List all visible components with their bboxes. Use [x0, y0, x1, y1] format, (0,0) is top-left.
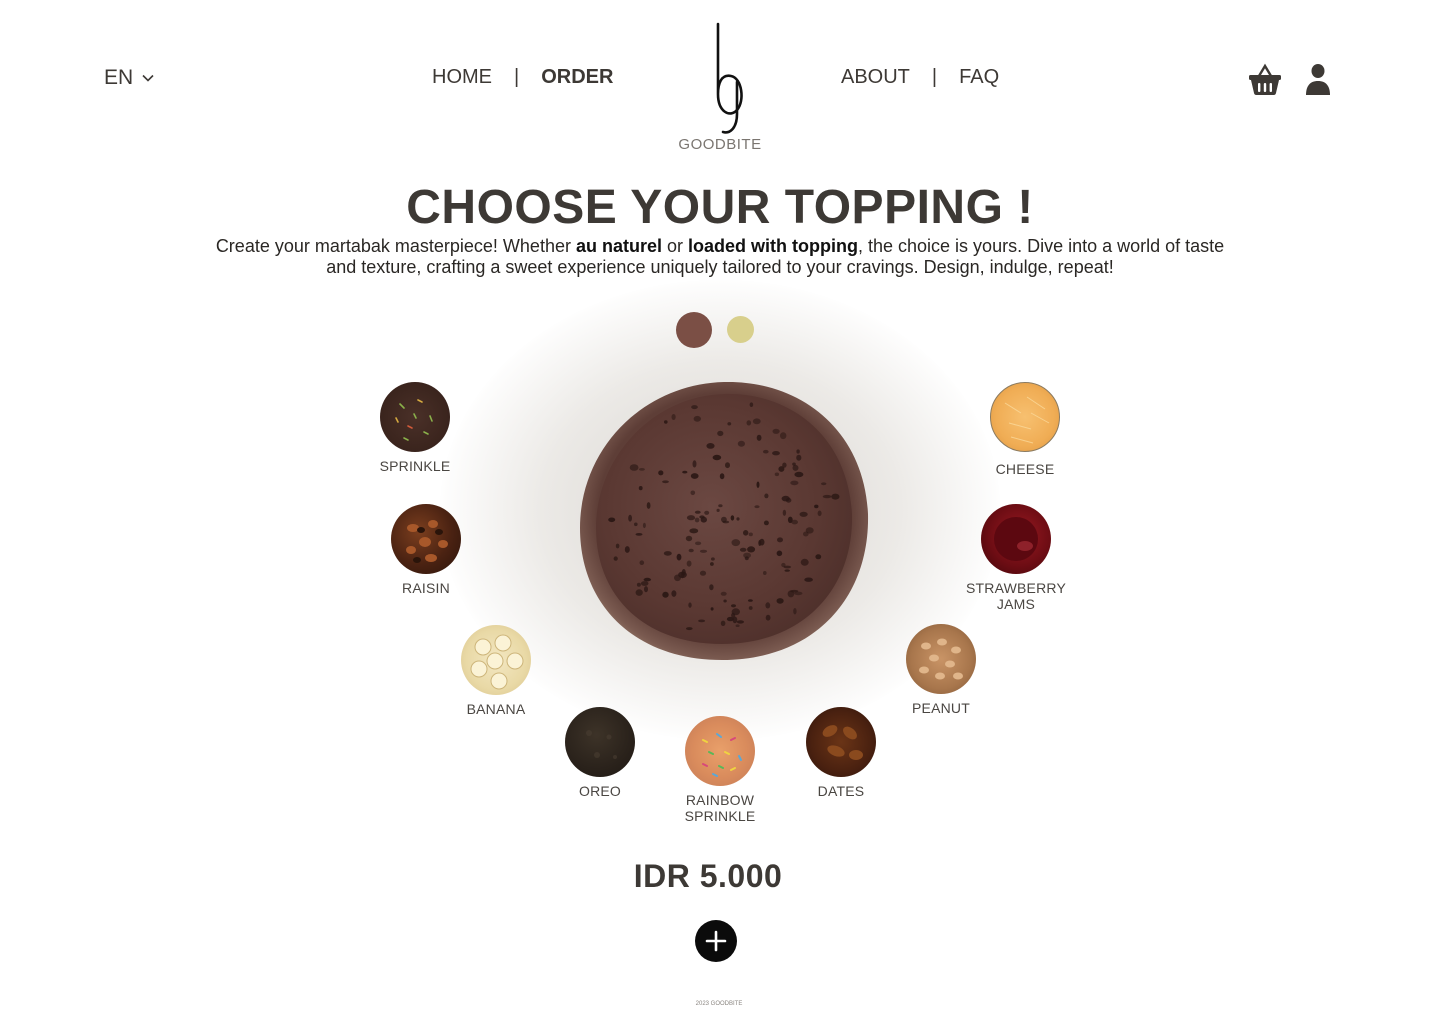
- nav-faq-link[interactable]: FAQ: [959, 66, 999, 89]
- topping-rainbow-sprinkle[interactable]: RAINBOW SPRINKLE: [660, 716, 780, 824]
- subtitle-text: or: [662, 236, 689, 256]
- logo[interactable]: GOODBITE: [670, 22, 770, 153]
- language-label: EN: [104, 66, 134, 89]
- topping-label: CHEESE: [995, 461, 1055, 477]
- nav-order-link[interactable]: ORDER: [541, 66, 613, 89]
- topping-dates[interactable]: DATES: [781, 707, 901, 799]
- strawberry-jams-image: [981, 504, 1051, 574]
- subtitle-text: Create your martabak masterpiece! Whethe…: [215, 236, 576, 256]
- nav-right: ABOUT | FAQ: [841, 66, 999, 89]
- peanut-image: [906, 624, 976, 694]
- topping-label: BANANA: [466, 701, 526, 717]
- topping-label: STRAWBERRY JAMS: [965, 580, 1066, 612]
- nav-separator: |: [931, 66, 938, 88]
- topping-label: PEANUT: [912, 700, 970, 716]
- subtitle-emphasis: au naturel: [575, 236, 662, 256]
- topping-oreo[interactable]: OREO: [540, 707, 660, 799]
- page-title: CHOOSE YOUR TOPPING !: [406, 181, 1034, 234]
- user-icon[interactable]: [1304, 62, 1332, 96]
- banana-image: [461, 625, 531, 695]
- cheese-image: [990, 382, 1060, 452]
- topping-label: DATES: [817, 783, 865, 799]
- rainbow-sprinkle-image: [685, 716, 755, 786]
- language-selector[interactable]: EN: [104, 66, 155, 90]
- topping-raisin[interactable]: RAISIN: [366, 504, 486, 596]
- martabak-preview: [578, 378, 870, 662]
- topping-sprinkle[interactable]: SPRINKLE: [355, 382, 475, 474]
- nav-left: HOME | ORDER: [432, 66, 613, 89]
- topping-cheese[interactable]: CHEESE: [965, 382, 1085, 477]
- dates-image: [806, 707, 876, 777]
- nav-about-link[interactable]: ABOUT: [841, 66, 910, 89]
- topping-label: OREO: [578, 783, 622, 799]
- raisin-image: [391, 504, 461, 574]
- sprinkle-image: [380, 382, 450, 452]
- topping-banana[interactable]: BANANA: [436, 625, 556, 717]
- chevron-down-icon: [142, 74, 154, 82]
- oreo-image: [565, 707, 635, 777]
- topping-strawberry-jams[interactable]: STRAWBERRY JAMS: [956, 504, 1076, 612]
- topping-label: SPRINKLE: [379, 458, 451, 474]
- nav-separator: |: [514, 66, 520, 88]
- base-chocolate-option[interactable]: [676, 312, 712, 348]
- topping-peanut[interactable]: PEANUT: [881, 624, 1001, 716]
- topping-label: RAISIN: [402, 580, 450, 596]
- footer-copyright: 2023 GOODBITE: [695, 1001, 743, 1007]
- basket-icon[interactable]: [1248, 62, 1282, 96]
- subtitle-emphasis: loaded with topping: [688, 236, 858, 256]
- page-subtitle: Create your martabak masterpiece! Whethe…: [210, 236, 1230, 278]
- add-to-cart-button[interactable]: [695, 920, 737, 962]
- topping-label: RAINBOW SPRINKLE: [684, 792, 756, 824]
- nav-home-link[interactable]: HOME: [432, 66, 492, 89]
- base-vanilla-option[interactable]: [727, 316, 754, 343]
- logo-mark-icon: [716, 22, 743, 134]
- logo-text: GOODBITE: [678, 136, 762, 153]
- price-display: IDR 5.000: [633, 858, 783, 894]
- plus-icon: [705, 930, 727, 952]
